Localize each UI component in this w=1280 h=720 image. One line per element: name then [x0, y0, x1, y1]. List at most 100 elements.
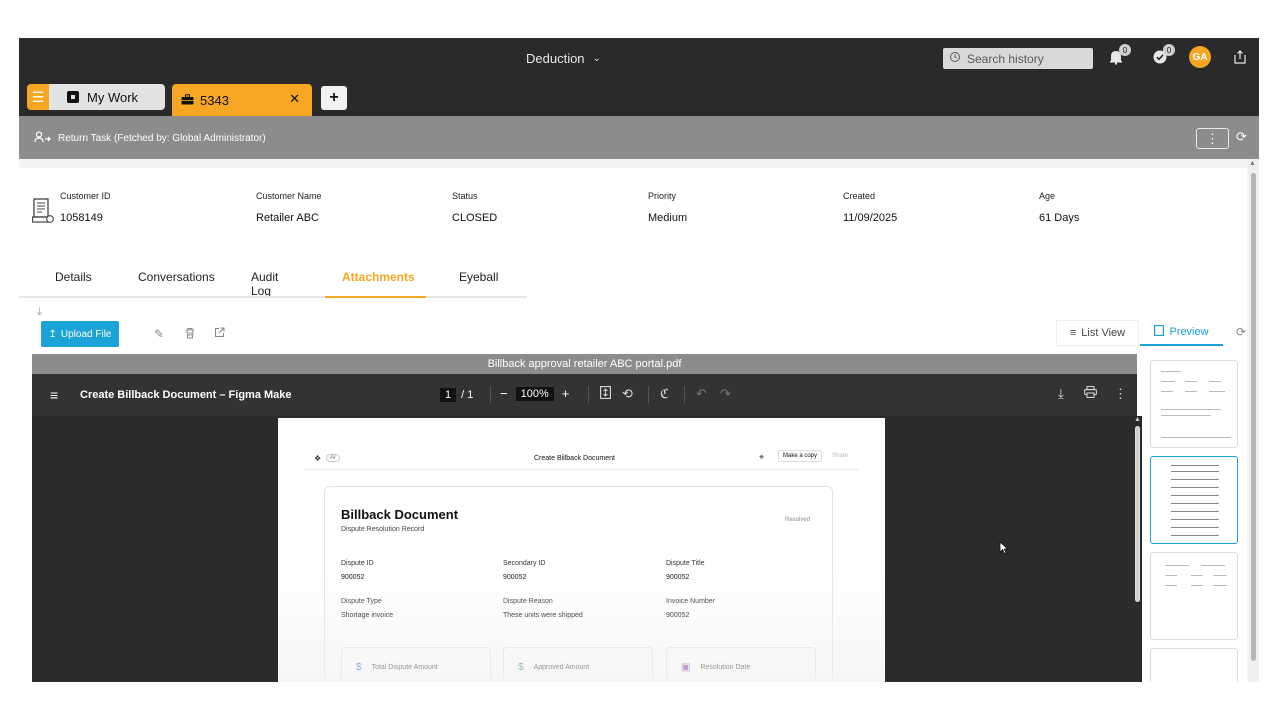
field-status: Status CLOSED	[452, 191, 497, 224]
summary-label: Total Dispute Amount	[371, 663, 438, 671]
close-icon[interactable]: ✕	[289, 91, 300, 107]
print-icon[interactable]	[1084, 386, 1097, 401]
scrollbar-thumb[interactable]	[1251, 173, 1256, 661]
fit-page-icon[interactable]	[600, 386, 611, 402]
record-summary: Customer ID 1058149 Customer Name Retail…	[19, 168, 1247, 254]
download-all-icon[interactable]: ⤓	[37, 306, 42, 319]
thumbnail[interactable]	[1150, 648, 1238, 682]
briefcase-icon	[181, 93, 194, 108]
file-name: Billback approval retailer ABC portal.pd…	[487, 358, 682, 370]
pdf-page-header: ❖ AI Create Billback Document ⌖ Make a c…	[304, 418, 860, 470]
pencil-icon[interactable]: ✎	[154, 327, 164, 341]
upload-file-button[interactable]: ↥ Upload File	[41, 321, 119, 347]
field-value: 1058149	[60, 212, 103, 224]
rotate-icon[interactable]: ⟲	[622, 386, 633, 402]
zoom-level[interactable]: 100%	[515, 386, 554, 401]
share-label: Share	[832, 453, 849, 459]
trash-icon[interactable]	[185, 327, 195, 342]
field-label: Status	[452, 191, 478, 201]
tab-attachments[interactable]: Attachments	[342, 270, 415, 284]
thumbnail[interactable]	[1150, 360, 1238, 448]
toolbar-divider	[684, 386, 685, 403]
zoom-in-icon[interactable]: +	[562, 386, 570, 401]
field-customer-name: Customer Name Retailer ABC	[256, 191, 322, 224]
list-icon: ≡	[1069, 327, 1077, 339]
calendar-icon: ▣	[681, 661, 691, 673]
summary-resolution-date: ▣ Resolution Date	[666, 647, 816, 682]
card-subtitle: Dispute Resolution Record	[341, 526, 425, 533]
pdf-field-value: 900052	[666, 574, 690, 581]
figma-logo-icon: ❖	[314, 454, 322, 463]
more-vertical-icon[interactable]: ⋮	[1114, 386, 1127, 402]
tasks-badge: 0	[1163, 44, 1175, 56]
app-title-dropdown[interactable]: Deduction ⌄	[526, 51, 601, 66]
main-scrollbar[interactable]: ▲	[1248, 159, 1259, 682]
pdf-field-label: Dispute Type	[341, 598, 382, 605]
pdf-toolbar: ≡ Create Billback Document – Figma Make …	[32, 374, 1137, 416]
more-options-button[interactable]: ⋮	[1196, 128, 1229, 149]
plus-icon: +	[329, 89, 339, 106]
pdf-page: ❖ AI Create Billback Document ⌖ Make a c…	[278, 418, 885, 682]
refresh-attachments-icon[interactable]: ⟳	[1236, 325, 1246, 339]
scrollbar-thumb[interactable]	[1135, 426, 1140, 602]
tab-my-work[interactable]: My Work	[49, 84, 165, 110]
tab-active-label: 5343	[200, 92, 229, 108]
return-task-button[interactable]: Return Task (Fetched by: Global Administ…	[34, 131, 266, 146]
tab-active-record[interactable]: 5343 ✕	[172, 84, 312, 116]
draw-icon[interactable]: ℭ	[660, 386, 669, 402]
hamburger-menu-button[interactable]: ☰	[27, 84, 49, 110]
billback-card: Billback Document Dispute Resolution Rec…	[324, 486, 833, 682]
list-view-label: List View	[1081, 327, 1126, 339]
chevron-down-icon: ⌄	[592, 53, 601, 64]
ai-badge: AI	[326, 454, 340, 462]
add-tab-button[interactable]: +	[321, 86, 347, 110]
tab-conversations[interactable]: Conversations	[138, 270, 215, 284]
field-label: Age	[1039, 191, 1056, 201]
preview-button[interactable]: Preview	[1140, 320, 1223, 346]
undo-icon[interactable]: ↶	[696, 386, 707, 402]
list-view-button[interactable]: ≡ List View	[1056, 320, 1139, 346]
scroll-up-icon[interactable]: ▲	[1134, 416, 1141, 423]
page-number-input[interactable]: 1	[440, 388, 457, 402]
user-return-icon	[34, 131, 52, 146]
field-value: 11/09/2025	[843, 212, 898, 224]
summary-label: Resolution Date	[700, 663, 751, 671]
field-value: Retailer ABC	[256, 212, 319, 224]
zoom-out-icon[interactable]: −	[500, 386, 508, 401]
pdf-field-label: Dispute Reason	[503, 598, 553, 605]
card-title: Billback Document	[341, 507, 459, 522]
scroll-up-icon[interactable]: ▲	[1249, 160, 1256, 167]
search-history[interactable]	[943, 48, 1093, 69]
outline-menu-icon[interactable]: ≡	[50, 387, 58, 403]
kebab-icon: ⋮	[1206, 130, 1219, 146]
upload-icon: ↥	[48, 328, 57, 340]
pdf-scrollbar[interactable]: ▲	[1134, 416, 1142, 682]
search-input[interactable]	[967, 51, 1077, 66]
make-copy-button: Make a copy	[778, 450, 823, 462]
thumbnail[interactable]	[1150, 552, 1238, 640]
tab-audit-log[interactable]: Audit Log	[251, 270, 278, 298]
pdf-field-label: Dispute ID	[341, 560, 374, 567]
avatar[interactable]: GA	[1189, 46, 1211, 68]
pdf-field: Dispute Reason These units were shipped	[503, 598, 583, 619]
pdf-field-value: 900052	[666, 612, 690, 619]
download-icon[interactable]: ⤓	[1058, 386, 1064, 402]
preview-label: Preview	[1169, 326, 1209, 338]
share-icon	[1233, 49, 1247, 69]
upload-file-label: Upload File	[60, 328, 112, 340]
field-label: Priority	[648, 191, 677, 201]
refresh-icon[interactable]: ⟳	[1236, 129, 1247, 145]
summary-total-dispute: $ Total Dispute Amount	[341, 647, 491, 682]
thumbnail-selected[interactable]	[1150, 456, 1238, 544]
app-title: Deduction	[526, 51, 585, 66]
tab-details[interactable]: Details	[55, 270, 92, 284]
return-task-bar: Return Task (Fetched by: Global Administ…	[19, 116, 1259, 159]
tab-eyeball[interactable]: Eyeball	[459, 270, 498, 284]
tasks-button[interactable]: 0	[1149, 44, 1175, 70]
redo-icon[interactable]: ↷	[720, 386, 731, 402]
share-button[interactable]	[1229, 48, 1251, 70]
open-external-icon[interactable]	[214, 327, 225, 341]
pdf-field-value: These units were shipped	[503, 612, 583, 619]
tab-divider	[19, 296, 527, 298]
notifications-button[interactable]: 0	[1105, 44, 1131, 70]
